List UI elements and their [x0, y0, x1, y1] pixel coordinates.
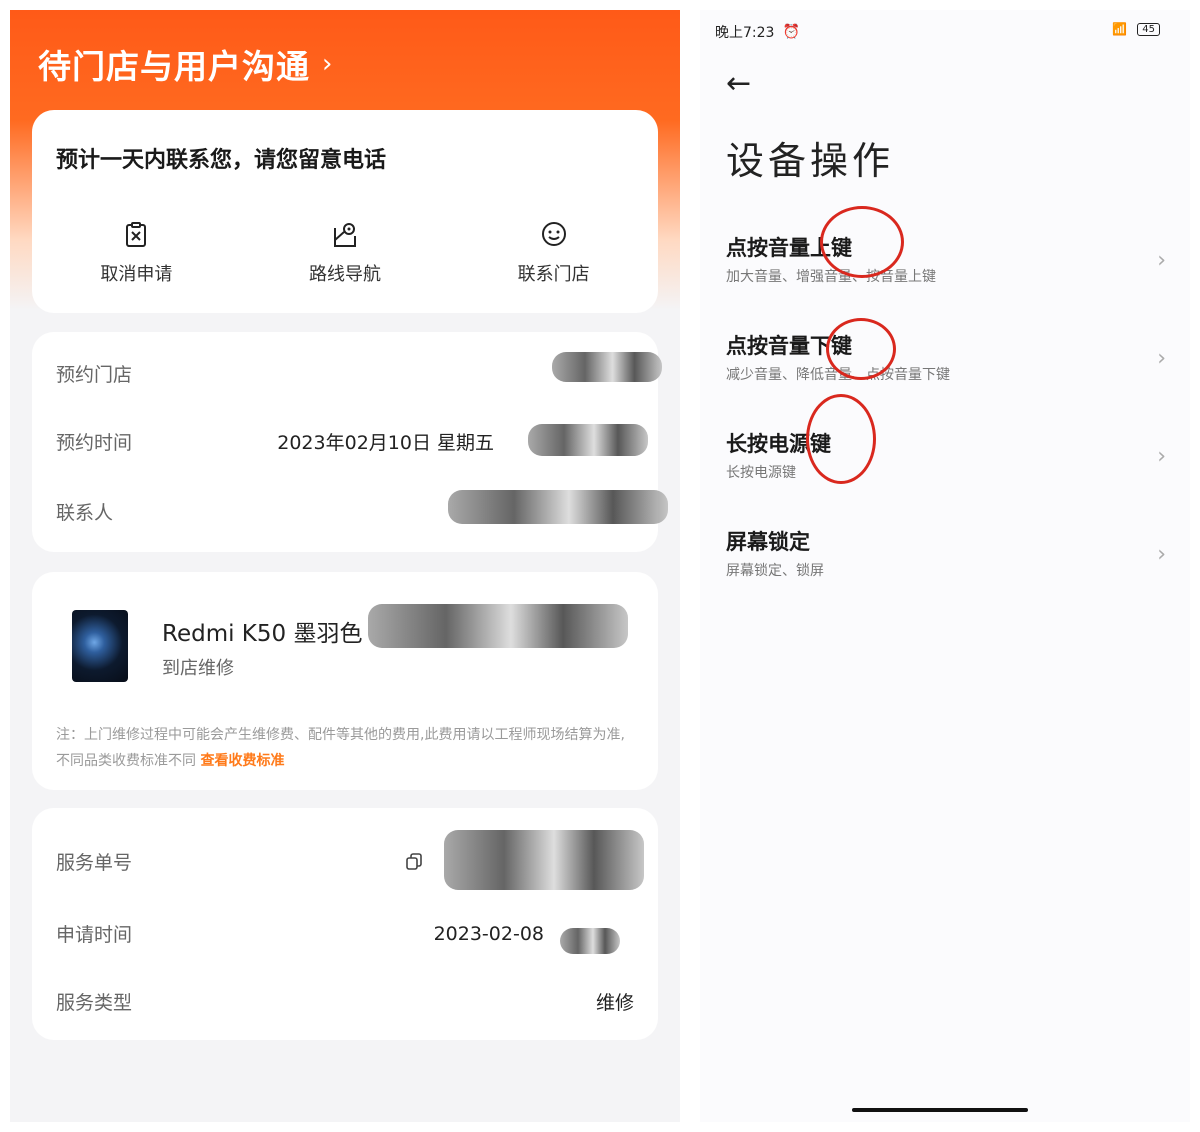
product-thumbnail: [72, 610, 128, 682]
annotation-circle: [820, 206, 904, 278]
order-label: 服务单号: [56, 852, 133, 874]
service-mode: 到店维修: [162, 658, 234, 679]
redacted-order-number: [444, 830, 644, 890]
cancel-request-label: 取消申请: [100, 264, 173, 285]
chevron-right-icon: ›: [1157, 346, 1166, 371]
copy-icon[interactable]: [404, 852, 424, 872]
status-header[interactable]: 待门店与用户沟通 ›: [38, 40, 333, 88]
home-indicator[interactable]: [852, 1108, 1028, 1112]
back-arrow-icon[interactable]: ←: [726, 66, 751, 101]
service-type-row: 服务类型 维修: [56, 988, 634, 1015]
device-operation-screen: 晚上7:23 ⏰ 📶 45 ← 设备操作 点按音量上键 加大音量、增强音量、按音…: [700, 10, 1190, 1122]
contact-store-label: 联系门店: [517, 264, 590, 285]
battery-icon: 45: [1137, 22, 1160, 36]
chevron-right-icon: ›: [1157, 542, 1166, 567]
fee-standard-link[interactable]: 查看收费标准: [200, 753, 284, 769]
appointment-info-card: 预约门店 预约时间 2023年02月10日 星期五 联系人: [32, 332, 668, 552]
annotation-circle: [826, 318, 896, 380]
wifi-icon: 📶: [1112, 22, 1128, 36]
map-pin-icon: [334, 223, 356, 247]
product-card: Redmi K50 墨羽色 到店维修 注：上门维修过程中可能会产生维修费、配件等…: [32, 572, 658, 790]
menu-item-screen-lock[interactable]: 屏幕锁定 屏幕锁定、锁屏 ›: [726, 526, 1166, 596]
service-info-card: 服务单号 申请时间 2023-02-08 服务类型 维修: [32, 808, 658, 1040]
menu-item-subtitle: 屏幕锁定、锁屏: [726, 563, 824, 579]
smile-chat-icon: [541, 222, 566, 246]
cancel-clipboard-icon: [126, 222, 147, 247]
contact-label: 联系人: [56, 502, 114, 524]
contact-store-button[interactable]: 联系门店: [449, 220, 658, 300]
apply-time-row: 申请时间 2023-02-08: [56, 920, 634, 947]
fee-note: 注：上门维修过程中可能会产生维修费、配件等其他的费用,此费用请以工程师现场结算为…: [56, 722, 636, 774]
time-value: 2023年02月10日 星期五: [277, 432, 494, 454]
service-order-screen: 待门店与用户沟通 › 预计一天内联系您，请您留意电话 取消申请 路线导航 联系门…: [10, 10, 680, 1122]
store-label: 预约门店: [56, 364, 133, 386]
store-row: 预约门店: [56, 360, 634, 387]
menu-item-subtitle: 长按电源键: [726, 465, 796, 481]
service-type-label: 服务类型: [56, 992, 133, 1014]
cancel-request-button[interactable]: 取消申请: [32, 220, 241, 300]
chevron-right-icon: ›: [1157, 444, 1166, 469]
menu-item-subtitle: 加大音量、增强音量、按音量上键: [726, 269, 936, 285]
contact-notice-card: 预计一天内联系您，请您留意电话 取消申请 路线导航 联系门店: [32, 110, 658, 313]
annotation-circle: [806, 394, 876, 484]
action-bar: 取消申请 路线导航 联系门店: [32, 220, 658, 300]
status-time: 晚上7:23: [715, 25, 775, 41]
redacted-contact: [448, 490, 668, 524]
menu-item-power-long-press[interactable]: 长按电源键 长按电源键 ›: [726, 428, 1166, 498]
status-bar-right: 📶 45: [1112, 22, 1160, 36]
redacted-apply-time: [560, 928, 620, 954]
menu-item-title: 屏幕锁定: [726, 530, 810, 554]
alarm-icon: ⏰: [782, 24, 800, 40]
redacted-time: [528, 424, 648, 456]
redacted-store: [552, 352, 662, 382]
menu-item-volume-up[interactable]: 点按音量上键 加大音量、增强音量、按音量上键 ›: [726, 232, 1166, 302]
apply-time-value: 2023-02-08: [433, 922, 544, 945]
chevron-right-icon: ›: [322, 49, 334, 79]
service-type-value: 维修: [595, 992, 634, 1014]
contact-notice: 预计一天内联系您，请您留意电话: [56, 148, 387, 173]
product-name: Redmi K50 墨羽色: [162, 621, 363, 647]
chevron-right-icon: ›: [1157, 248, 1166, 273]
redacted-product: [368, 604, 628, 648]
time-label: 预约时间: [56, 432, 133, 454]
status-bar: 晚上7:23 ⏰: [715, 22, 800, 42]
menu-item-volume-down[interactable]: 点按音量下键 减少音量、降低音量、点按音量下键 ›: [726, 330, 1166, 400]
fee-note-text: 注：上门维修过程中可能会产生维修费、配件等其他的费用,此费用请以工程师现场结算为…: [56, 727, 625, 769]
apply-time-label: 申请时间: [56, 924, 133, 946]
route-navigation-button[interactable]: 路线导航: [241, 220, 450, 300]
page-title: 设备操作: [726, 139, 895, 183]
route-navigation-label: 路线导航: [309, 264, 381, 285]
status-title: 待门店与用户沟通: [38, 47, 310, 86]
